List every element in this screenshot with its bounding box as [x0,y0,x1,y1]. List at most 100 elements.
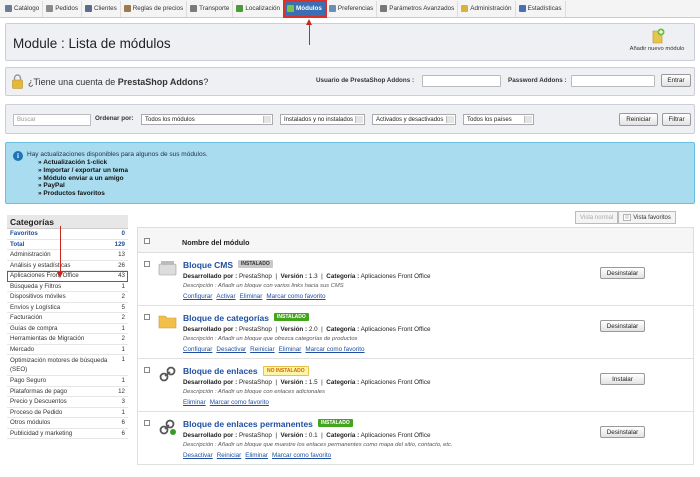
category-item[interactable]: Pago Seguro 1 [7,376,128,387]
module-description: Descripción : Añadir un bloque que ofrez… [183,336,358,342]
nav-tab-orders[interactable]: Pedidos [43,0,82,17]
normal-view-button[interactable]: Vista normal [575,211,619,224]
module-name[interactable]: Bloque de enlaces permanentes [183,419,313,429]
category-item[interactable]: Aplicaciones Front Office 43 [7,271,128,282]
category-count: 1 [121,377,125,384]
module-action-link[interactable]: Eliminar [245,452,268,459]
module-action-button[interactable]: Instalar [600,373,645,385]
module-checkbox[interactable] [144,314,150,320]
category-item[interactable]: Mercado 1 [7,345,128,355]
modules-select[interactable]: Todos los módulos [141,114,273,125]
category-item[interactable]: Administración 13 [7,250,128,261]
add-module-button[interactable]: Añadir nuevo módulo [626,28,688,58]
category-item[interactable]: Búsqueda y Filtros 1 [7,282,128,292]
nav-tab-stats[interactable]: Estadísticas [516,0,566,17]
page-header: Module : Lista de módulos Añadir nuevo m… [5,23,695,61]
nav-tab-label: Módulos [296,5,322,12]
module-action-link[interactable]: Eliminar [240,293,263,300]
admin-page: Catálogo Pedidos Clientes Reglas de precios… [0,0,700,477]
update-item[interactable]: Importar / exportar un tema [38,167,128,175]
category-item[interactable]: Otros módulos 6 [7,418,128,429]
category-item[interactable]: Proceso de Pedido 1 [7,408,128,418]
module-action-link[interactable]: Reiniciar [217,452,242,459]
module-name[interactable]: Bloque de enlaces [183,366,258,376]
module-action-button[interactable]: Desinstalar [600,267,645,279]
category-item[interactable]: Herramientas de Migración 2 [7,334,128,345]
search-input[interactable]: Buscar [13,114,91,126]
category-item[interactable]: Favoritos 0 [7,229,128,240]
favorites-view-button[interactable]: Vista favoritos [618,211,676,224]
addons-question-prefix: ¿Tiene una cuenta de [28,77,118,87]
order-label: Ordenar por: [95,115,134,122]
category-item[interactable]: Publicidad y marketing 6 [7,429,128,439]
nav-tab-catalog[interactable]: Catálogo [2,0,44,17]
activated-select[interactable]: Activados y desactivados [372,114,456,125]
module-action-link[interactable]: Marcar como favorito [210,399,269,406]
category-item[interactable]: Total 129 [7,240,128,250]
module-action-link[interactable]: Reiniciar [250,346,275,353]
puzzle-icon [287,5,295,12]
installed-select[interactable]: Instalados y no instalados [280,114,365,125]
truck-icon [190,5,198,12]
module-actions: Configurar Desactivar Reiniciar Eliminar Mar… [183,346,369,353]
module-action-link[interactable]: Desactivar [216,346,246,353]
addons-user-input[interactable] [422,75,501,87]
filter-button[interactable]: Filtrar [662,113,691,126]
nav-tab-key[interactable]: Administración [458,0,516,17]
addons-enter-button[interactable]: Entrar [661,74,691,87]
category-label: Facturación [10,314,43,321]
nav-tab-label: Reglas de precios [132,5,184,12]
category-count: 1 [121,324,125,332]
module-checkbox[interactable] [144,367,150,373]
module-version: 1.5 [308,379,318,386]
stats-icon [518,5,526,12]
module-action-link[interactable]: Marcar como favorito [266,293,325,300]
update-item[interactable]: Módulo enviar a un amigo [38,175,128,183]
update-item[interactable]: Productos favoritos [38,190,128,198]
filter-bar: Buscar Ordenar por: Todos los módulos In… [5,104,695,134]
module-developer: PrestaShop [238,432,272,439]
nav-tab-label: Localización [245,5,281,12]
module-name[interactable]: Bloque de categorías [183,313,269,323]
nav-tab-puzzle[interactable]: Módulos [283,0,327,18]
update-item[interactable]: PayPal [38,182,128,190]
module-action-link[interactable]: Activar [216,293,235,300]
nav-tab-localization[interactable]: Localización [233,0,285,17]
module-action-link[interactable]: Configurar [183,293,212,300]
nav-tab-customers[interactable]: Clientes [82,0,121,17]
reset-button[interactable]: Reiniciar [619,113,658,126]
nav-tab-wrench[interactable]: Parámetros Avanzados [377,0,459,17]
module-action-link[interactable]: Marcar como favorito [305,346,364,353]
select-all-checkbox[interactable] [144,238,150,244]
module-action-link[interactable]: Eliminar [279,346,302,353]
category-item[interactable]: Envíos y Logística 5 [7,303,128,313]
module-checkbox[interactable] [144,261,150,267]
module-action-button[interactable]: Desinstalar [600,426,645,438]
module-name[interactable]: Bloque CMS [183,260,233,270]
category-item[interactable]: Optimización motores de búsqueda (SEO) 1 [7,355,128,376]
module-action-link[interactable]: Eliminar [183,399,206,406]
nav-tab-truck[interactable]: Transporte [187,0,234,17]
category-label: Categoría : [326,432,360,439]
category-item[interactable]: Facturación 2 [7,313,128,324]
addons-question: ¿Tiene una cuenta de PrestaShop Addons? [28,77,208,87]
category-item[interactable]: Plataformas de pago 12 [7,387,128,397]
update-item[interactable]: Actualización 1-click [38,159,128,167]
category-label: Envíos y Logística [10,303,61,311]
category-item[interactable]: Precio y Descuentos 3 [7,397,128,408]
category-count: 5 [121,303,125,311]
category-item[interactable]: Dispositivos móviles 2 [7,292,128,303]
module-action-button[interactable]: Desinstalar [600,320,645,332]
category-item[interactable]: Guías de compra 1 [7,324,128,334]
module-action-link[interactable]: Desactivar [183,452,213,459]
category-item[interactable]: Análisis y estadísticas 26 [7,261,128,271]
nav-tab-price-rules[interactable]: Reglas de precios [121,0,188,17]
module-action-link[interactable]: Configurar [183,346,212,353]
category-count: 2 [121,335,125,342]
module-checkbox[interactable] [144,420,150,426]
module-action-link[interactable]: Marcar como favorito [272,452,331,459]
module-actions: Configurar Activar Eliminar Marcar como fav… [183,293,330,300]
nav-tab-preferences[interactable]: Preferencias [326,0,378,17]
addons-password-input[interactable] [571,75,655,87]
countries-select[interactable]: Todos los países [463,114,534,125]
